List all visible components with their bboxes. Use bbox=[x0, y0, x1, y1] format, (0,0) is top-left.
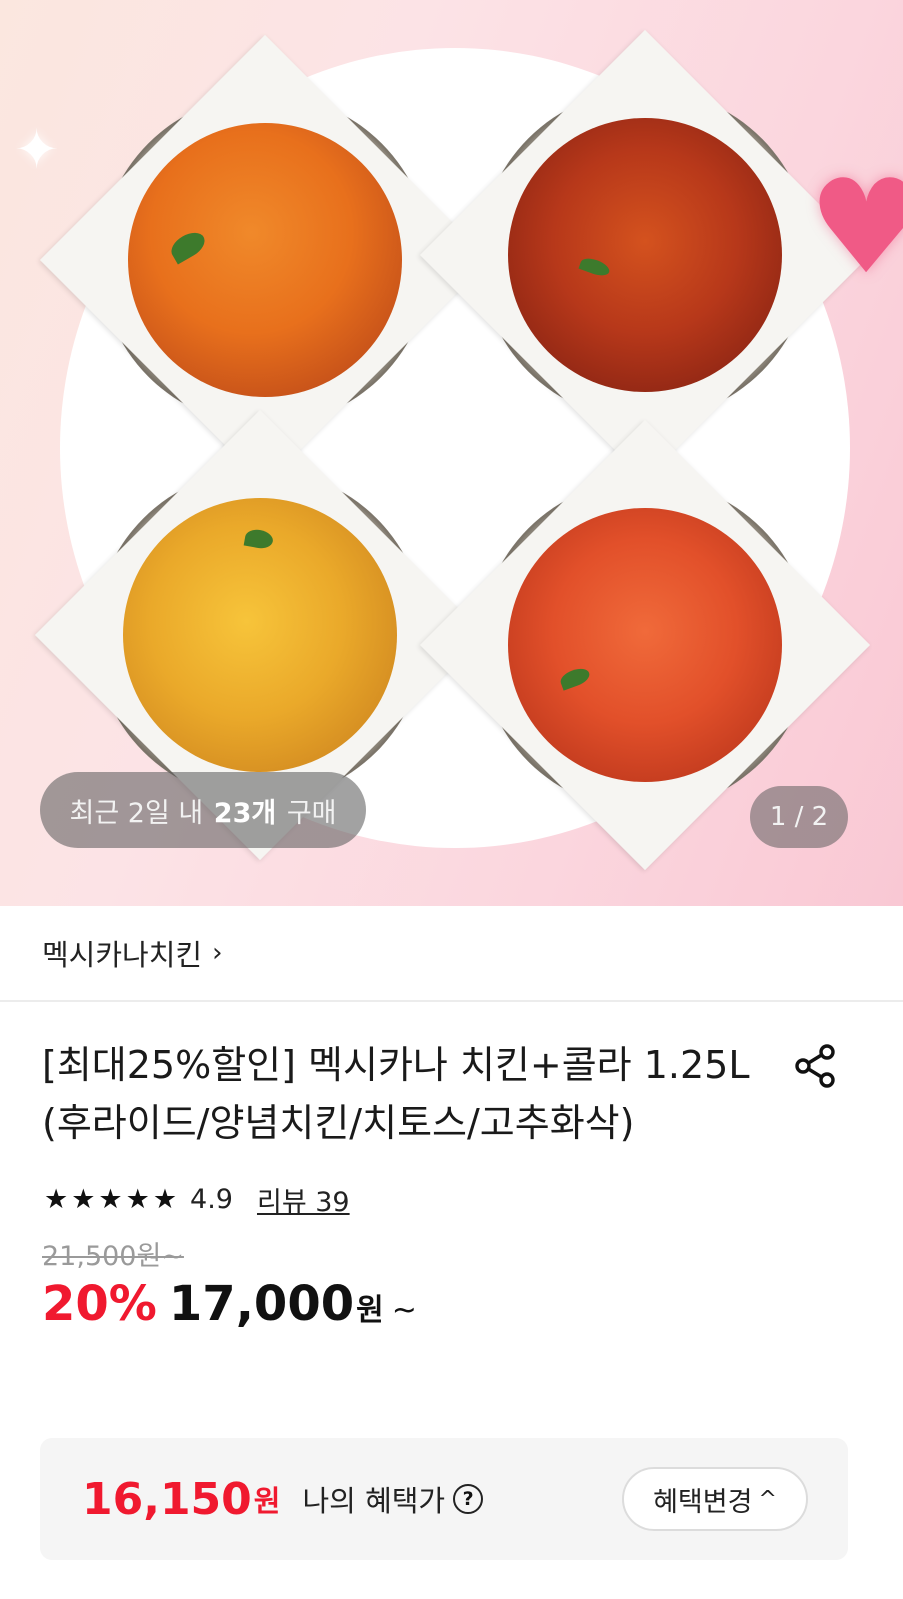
sale-price-tilde: ~ bbox=[391, 1293, 417, 1328]
chevron-up-icon: ^ bbox=[758, 1486, 777, 1512]
recent-purchase-badge: 최근 2일 내 23개 구매 bbox=[40, 772, 366, 848]
change-benefit-button[interactable]: 혜택변경 ^ bbox=[622, 1467, 808, 1531]
review-link[interactable]: 리뷰 39 bbox=[257, 1180, 350, 1219]
help-icon[interactable]: ? bbox=[453, 1484, 484, 1514]
sale-price: 17,000 bbox=[168, 1276, 355, 1332]
purchase-badge-prefix: 최근 2일 내 bbox=[69, 797, 204, 829]
price-row: 20% 17,000 원 ~ bbox=[0, 1270, 903, 1340]
discount-percent: 20% bbox=[42, 1276, 157, 1332]
benefit-label: 나의 혜택가 bbox=[302, 1484, 446, 1518]
product-title-section: [최대25%할인] 멕시카나 치킨+콜라 1.25L (후라이드/양념치킨/치토… bbox=[0, 1002, 903, 1152]
benefit-price-box: 16,150 원 나의 혜택가 ? 혜택변경 ^ bbox=[40, 1438, 848, 1560]
star-rating-icon: ★★★★★ bbox=[44, 1183, 181, 1215]
purchase-badge-count: 23개 bbox=[213, 797, 277, 829]
purchase-badge-suffix: 구매 bbox=[286, 797, 337, 829]
rating-score: 4.9 bbox=[190, 1183, 233, 1215]
benefit-price-unit: 원 bbox=[253, 1484, 281, 1518]
product-title: [최대25%할인] 멕시카나 치킨+콜라 1.25L (후라이드/양념치킨/치토… bbox=[42, 1043, 750, 1145]
rating-row: ★★★★★ 4.9 리뷰 39 bbox=[0, 1152, 903, 1219]
share-icon[interactable] bbox=[791, 1042, 839, 1090]
product-image-carousel[interactable]: ✦ ♥ 최근 2일 내 23개 구매 1 / 2 bbox=[0, 0, 903, 906]
chicken-image-fried bbox=[39, 34, 491, 486]
brand-link[interactable]: 멕시카나치킨 › bbox=[0, 906, 903, 1002]
chicken-image-seasoned bbox=[419, 29, 871, 481]
sale-price-unit: 원 bbox=[356, 1293, 384, 1328]
image-pager: 1 / 2 bbox=[750, 786, 848, 848]
chicken-image-cheetos bbox=[34, 409, 486, 861]
chicken-image-spicy bbox=[419, 419, 871, 871]
benefit-price: 16,150 bbox=[82, 1473, 252, 1525]
heart-icon: ♥ bbox=[808, 151, 903, 303]
brand-name: 멕시카나치킨 bbox=[42, 938, 203, 972]
chevron-right-icon: › bbox=[212, 938, 223, 968]
sparkle-icon: ✦ bbox=[14, 118, 60, 181]
original-price: 21,500원~ bbox=[42, 1241, 184, 1272]
change-benefit-label: 혜택변경 bbox=[653, 1486, 753, 1518]
